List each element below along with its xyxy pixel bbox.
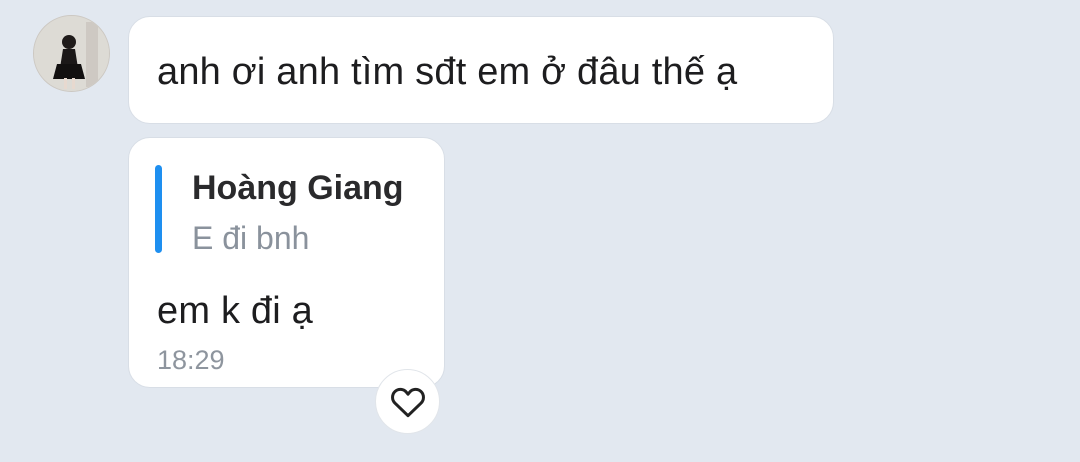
quoted-message: E đi bnh [192, 220, 310, 256]
react-button[interactable] [375, 369, 440, 434]
incoming-message-bubble[interactable]: anh ơi anh tìm sđt em ở đâu thế ạ [128, 16, 834, 124]
message-text: anh ơi anh tìm sđt em ở đâu thế ạ [157, 51, 738, 93]
heart-icon [390, 387, 425, 417]
avatar-photo [34, 16, 109, 91]
message-text: em k đi ạ [157, 290, 313, 332]
reply-message-bubble[interactable]: Hoàng Giang E đi bnh em k đi ạ 18:29 [128, 137, 445, 388]
quoted-author: Hoàng Giang [192, 169, 404, 207]
quote-bar [155, 165, 162, 253]
avatar[interactable] [33, 15, 110, 92]
message-time: 18:29 [157, 345, 225, 375]
